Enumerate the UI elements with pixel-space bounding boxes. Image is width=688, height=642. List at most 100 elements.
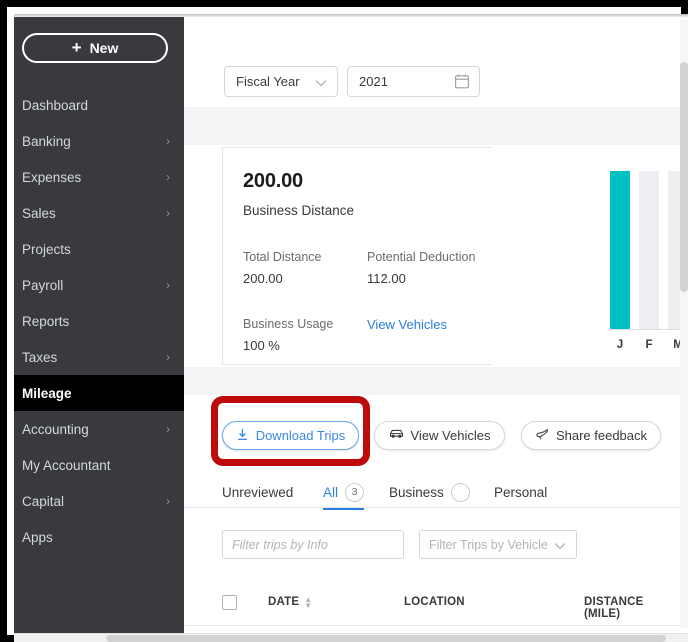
tab-personal[interactable]: Personal xyxy=(494,477,547,507)
tabs-divider xyxy=(184,507,688,508)
business-usage-label: Business Usage xyxy=(243,317,333,331)
year-input-value: 2021 xyxy=(359,74,388,89)
tab-business[interactable]: Business xyxy=(389,477,470,507)
total-distance-label: Total Distance xyxy=(243,250,322,264)
download-trips-label: Download Trips xyxy=(256,428,346,443)
mileage-summary-row: 200.00 Business Distance Total Distance … xyxy=(184,145,688,367)
select-all-checkbox[interactable] xyxy=(222,595,237,610)
application-window: + New DashboardBanking›Expenses›Sales›Pr… xyxy=(14,14,688,642)
chevron-right-icon: › xyxy=(166,423,170,435)
sidebar-item-label: My Accountant xyxy=(22,458,111,473)
trip-tabs: Unreviewed All 3 Business Personal xyxy=(184,471,688,507)
fiscal-year-select-value: Fiscal Year xyxy=(236,74,300,89)
share-feedback-button[interactable]: Share feedback xyxy=(521,421,661,450)
sidebar-item-label: Reports xyxy=(22,314,69,329)
content-gap-middle xyxy=(184,367,688,395)
column-header-location-label: LOCATION xyxy=(404,596,465,608)
chart-x-tick-label: F xyxy=(639,339,659,351)
chevron-down-icon xyxy=(315,76,327,90)
vehicle-filter-select[interactable]: Filter Trips by Vehicle xyxy=(419,530,577,559)
sidebar-item-banking[interactable]: Banking › xyxy=(14,123,184,159)
sidebar-item-payroll[interactable]: Payroll› xyxy=(14,267,184,303)
chart-bar xyxy=(610,171,630,329)
trip-actions-row: Download Trips View Vehicles xyxy=(184,395,688,471)
sidebar-item-label: Expenses xyxy=(22,170,81,185)
sidebar: + New DashboardBanking›Expenses›Sales›Pr… xyxy=(14,17,184,634)
new-button-label: New xyxy=(90,40,119,56)
chart-axis-line xyxy=(608,329,688,330)
column-header-date[interactable]: DATE ▲ ▼ xyxy=(268,596,312,608)
sidebar-nav-list: DashboardBanking›Expenses›Sales›Projects… xyxy=(14,87,184,555)
sidebar-item-apps[interactable]: Apps xyxy=(14,519,184,555)
business-distance-label: Business Distance xyxy=(243,203,354,218)
fiscal-year-select[interactable]: Fiscal Year xyxy=(224,66,338,97)
main-content: Fiscal Year 2021 xyxy=(184,17,688,634)
tab-business-label: Business xyxy=(389,485,444,500)
sidebar-item-projects[interactable]: Projects xyxy=(14,231,184,267)
column-header-distance-label: DISTANCE (MILE) xyxy=(584,596,675,620)
view-vehicles-button[interactable]: View Vehicles xyxy=(374,421,505,450)
monthly-mileage-chart: JFM xyxy=(604,147,688,365)
sort-arrows-icon: ▲ ▼ xyxy=(304,597,312,608)
mileage-summary-card: 200.00 Business Distance Total Distance … xyxy=(222,147,492,365)
horizontal-scrollbar-thumb[interactable] xyxy=(106,635,666,642)
chart-bar xyxy=(639,171,659,329)
vehicle-filter-label: Filter Trips by Vehicle xyxy=(429,538,548,552)
vertical-scrollbar[interactable] xyxy=(680,20,688,628)
chart-x-tick-label: J xyxy=(610,339,630,351)
sidebar-item-label: Mileage xyxy=(22,386,72,401)
horizontal-scrollbar[interactable] xyxy=(14,633,688,642)
sidebar-item-taxes[interactable]: Taxes› xyxy=(14,339,184,375)
sidebar-item-label: Dashboard xyxy=(22,98,88,113)
vertical-scrollbar-thumb[interactable] xyxy=(680,62,688,292)
sidebar-item-label: Apps xyxy=(22,530,53,545)
sidebar-item-label: Sales xyxy=(22,206,56,221)
sidebar-item-dashboard[interactable]: Dashboard xyxy=(14,87,184,123)
sidebar-item-label: Banking xyxy=(22,134,71,149)
chevron-right-icon: › xyxy=(166,279,170,291)
potential-deduction-value: 112.00 xyxy=(367,271,406,286)
sidebar-item-my-accountant[interactable]: My Accountant xyxy=(14,447,184,483)
download-trips-button[interactable]: Download Trips xyxy=(222,421,359,450)
view-vehicles-link[interactable]: View Vehicles xyxy=(367,317,447,332)
potential-deduction-label: Potential Deduction xyxy=(367,250,475,264)
tab-all-label: All xyxy=(323,485,338,500)
filter-trips-input[interactable] xyxy=(222,530,404,559)
sidebar-item-accounting[interactable]: Accounting› xyxy=(14,411,184,447)
chevron-down-icon xyxy=(554,539,566,553)
trips-table-header: DATE ▲ ▼ LOCATION DISTANCE (MILE) ▲ ▼ xyxy=(184,581,688,625)
chevron-right-icon: › xyxy=(166,135,170,147)
year-input[interactable]: 2021 xyxy=(347,66,480,97)
new-button[interactable]: + New xyxy=(22,33,168,63)
sidebar-item-sales[interactable]: Sales› xyxy=(14,195,184,231)
share-feedback-button-label: Share feedback xyxy=(556,428,647,443)
tab-personal-label: Personal xyxy=(494,485,547,500)
column-header-date-label: DATE xyxy=(268,596,299,608)
tab-business-count xyxy=(451,483,470,502)
tab-all[interactable]: All 3 xyxy=(323,477,364,507)
column-header-distance[interactable]: DISTANCE (MILE) ▲ ▼ xyxy=(584,596,688,620)
calendar-icon xyxy=(455,74,469,89)
tab-unreviewed-label: Unreviewed xyxy=(222,485,293,500)
chevron-right-icon: › xyxy=(166,171,170,183)
sidebar-item-expenses[interactable]: Expenses › xyxy=(14,159,184,195)
chevron-right-icon: › xyxy=(166,495,170,507)
tab-all-count: 3 xyxy=(345,483,364,502)
table-header-divider xyxy=(184,625,688,626)
trip-filter-row: Filter Trips by Vehicle xyxy=(184,517,688,573)
chevron-right-icon: › xyxy=(166,351,170,363)
annotated-screenshot-frame: + New DashboardBanking›Expenses›Sales›Pr… xyxy=(0,0,688,642)
sidebar-item-label: Projects xyxy=(22,242,71,257)
download-icon xyxy=(236,428,249,444)
sidebar-item-mileage[interactable]: Mileage xyxy=(14,375,184,411)
car-icon xyxy=(389,428,404,443)
sidebar-item-capital[interactable]: Capital › xyxy=(14,483,184,519)
business-usage-value: 100 % xyxy=(243,338,280,353)
tab-unreviewed[interactable]: Unreviewed xyxy=(222,477,293,507)
megaphone-icon xyxy=(535,428,549,443)
plus-icon: + xyxy=(72,39,82,56)
sidebar-item-reports[interactable]: Reports xyxy=(14,303,184,339)
content-gap-top xyxy=(184,107,688,145)
sidebar-item-label: Capital xyxy=(22,494,64,509)
column-header-location: LOCATION xyxy=(404,596,465,608)
